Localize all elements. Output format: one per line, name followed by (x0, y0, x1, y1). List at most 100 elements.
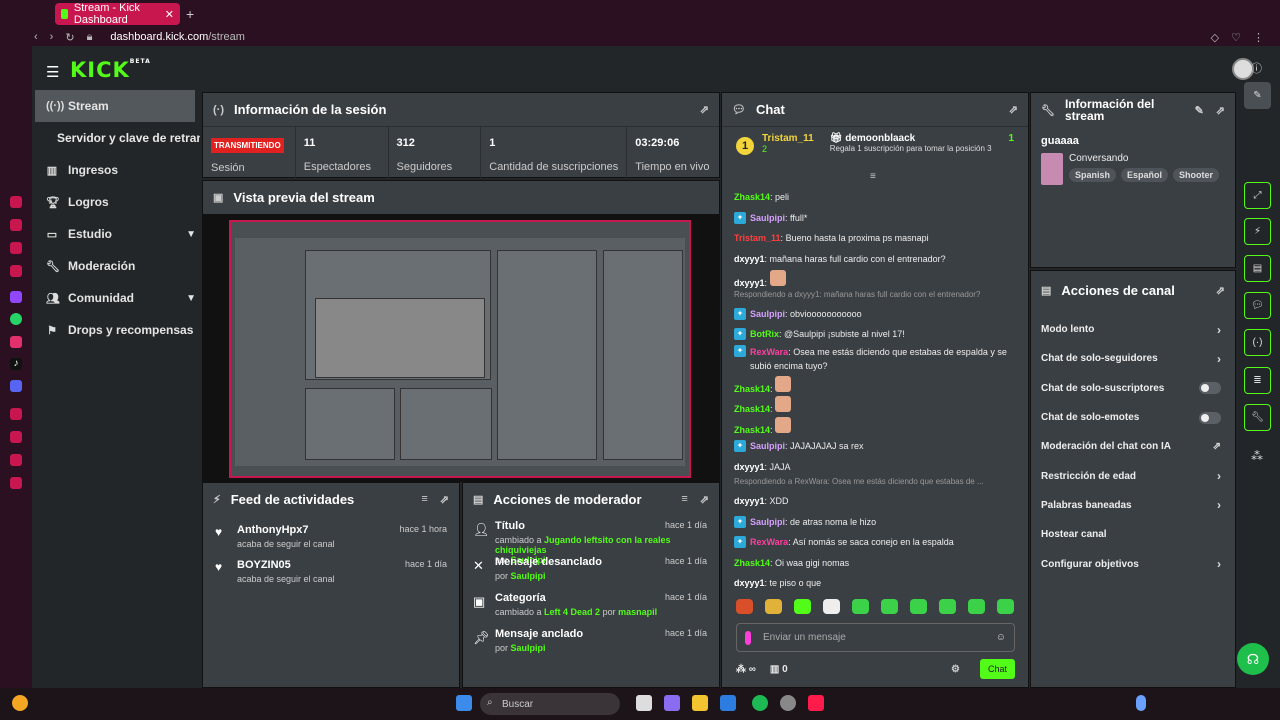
channel-action-item[interactable]: Palabras baneadas › (1031, 491, 1235, 520)
emote[interactable] (852, 599, 869, 614)
sidebar-app-icon[interactable] (10, 242, 22, 254)
chat-username[interactable]: Zhask14 (734, 192, 770, 202)
emote[interactable] (823, 599, 840, 614)
chat-icon[interactable]: 💬︎ (1244, 292, 1271, 319)
chat-username[interactable]: Zhask14 (734, 384, 770, 394)
chat-message[interactable]: ✦ Saulpipi: de atras noma le hizo (734, 512, 1028, 533)
chat-username[interactable]: Saulpipi (750, 441, 785, 451)
nav-item-logros[interactable]: 🏆︎ Logros (32, 186, 200, 218)
chat-username[interactable]: Zhask14 (734, 558, 770, 568)
tiktok-icon[interactable]: ♪ (10, 358, 22, 370)
discord-icon[interactable] (10, 380, 22, 392)
opera-icon[interactable] (808, 695, 824, 711)
nav-item-comunidad[interactable]: 👥︎ Comunidad ▼ (32, 282, 200, 314)
chat-username[interactable]: Zhask14 (734, 425, 770, 435)
chat-message[interactable]: ✦ Saulpipi: ffull* (734, 208, 1028, 229)
points-display[interactable]: ▥ 0 (770, 664, 788, 675)
nav-item-stream[interactable]: ((·)) Stream (35, 90, 195, 122)
chat-message[interactable]: Tristam_11: Bueno hasta la proxima ps ma… (734, 228, 1028, 249)
weather-icon[interactable] (12, 695, 28, 711)
bolt-icon[interactable]: ⚡︎ (1244, 218, 1271, 245)
file-explorer-icon[interactable] (692, 695, 708, 711)
chat-message[interactable]: Zhask14: (734, 375, 1028, 396)
kick-logo[interactable]: KICKBETA (70, 58, 151, 82)
nav-item-drops[interactable]: ⚑ Drops y recompensas (32, 314, 200, 346)
twitch-icon[interactable] (10, 291, 22, 303)
chat-username[interactable]: dxyyy1 (734, 462, 765, 472)
send-chat-button[interactable]: Chat (979, 659, 1015, 679)
chat-message[interactable]: dxyyy1: JAJA (734, 457, 1028, 478)
wrench-icon[interactable]: 🔧︎ (1244, 404, 1271, 431)
chat-identity-icon[interactable] (745, 630, 751, 645)
toggle-switch[interactable] (1199, 382, 1221, 395)
chat-message[interactable]: Zhask14: peli (734, 187, 1028, 208)
chat-username[interactable]: Saulpipi (750, 517, 785, 527)
emote[interactable] (881, 599, 898, 614)
viewers-infinity-icon[interactable]: ⁂ ∞ (736, 664, 756, 675)
popout-icon[interactable]: ⇗ (1009, 103, 1018, 116)
channel-action-item[interactable]: Chat de solo-suscriptores (1031, 374, 1235, 403)
channel-action-item[interactable]: Restricción de edad › (1031, 461, 1235, 490)
popout-icon[interactable]: ⇗ (700, 493, 709, 506)
list-icon[interactable]: ≣ (1244, 367, 1271, 394)
popout-icon[interactable]: ⇗ (700, 103, 709, 116)
taskbar-search[interactable]: ⌕ Buscar (480, 693, 620, 715)
edit-icon[interactable]: ✎ (1195, 104, 1204, 117)
spotify-icon[interactable] (752, 695, 768, 711)
chat-message[interactable]: dxyyy1: XDD (734, 491, 1028, 512)
url-field[interactable]: dashboard.kick.com/stream (110, 31, 245, 43)
emote[interactable] (765, 599, 782, 614)
channel-action-item[interactable]: Chat de solo-seguidores › (1031, 344, 1235, 373)
nav-item-ingresos[interactable]: ▥ Ingresos (32, 154, 200, 186)
channel-action-item[interactable]: Moderación del chat con IA ⇗ (1031, 432, 1235, 461)
chat-username[interactable]: dxyyy1 (734, 278, 765, 288)
copilot-icon[interactable] (664, 695, 680, 711)
chat-message[interactable]: ✦ Saulpipi: JAJAJAJAJ sa rex (734, 436, 1028, 457)
filter-icon[interactable]: ≡ (421, 493, 427, 506)
sidebar-app-icon[interactable] (10, 265, 22, 277)
nav-item-stream-key[interactable]: Servidor y clave de retransmisión (32, 122, 200, 154)
sidebar-app-icon[interactable] (10, 431, 22, 443)
document-icon[interactable]: ▤ (1244, 255, 1271, 282)
nav-item-estudio[interactable]: ▭ Estudio ▼ (32, 218, 200, 250)
emote[interactable] (939, 599, 956, 614)
forward-icon[interactable]: › (50, 31, 54, 44)
emote[interactable] (997, 599, 1014, 614)
chat-message[interactable]: Zhask14: Oi waa gigi nomas (734, 553, 1028, 574)
chat-message[interactable]: dxyyy1: mañana haras full cardio con el … (734, 249, 1028, 270)
new-tab-icon[interactable]: + (186, 6, 194, 22)
popout-icon[interactable]: ⇗ (1216, 284, 1225, 297)
bookmark-icon[interactable]: ♡ (1231, 31, 1241, 44)
task-view-icon[interactable] (636, 695, 652, 711)
resize-icon[interactable]: ⤢ (1244, 182, 1271, 209)
popout-icon[interactable]: ⇗ (440, 493, 449, 506)
emoji-icon[interactable]: ☺ (996, 632, 1006, 643)
back-icon[interactable]: ‹ (34, 31, 38, 44)
chat-username[interactable]: RexWara (750, 537, 788, 547)
browser-tab[interactable]: Stream - Kick Dashboard ✕ (55, 2, 180, 26)
channel-action-item[interactable]: Configurar objetivos › (1031, 549, 1235, 578)
info-icon[interactable]: ⓘ (1251, 60, 1262, 76)
chat-username[interactable]: Saulpipi (750, 309, 785, 319)
chat-message[interactable]: dxyyy1: (734, 269, 1028, 290)
support-headset-icon[interactable]: ☊ (1237, 643, 1269, 675)
stream-preview[interactable] (203, 214, 719, 482)
sidebar-app-icon[interactable] (10, 408, 22, 420)
chat-username[interactable]: dxyyy1 (734, 496, 765, 506)
steam-icon[interactable] (780, 695, 796, 711)
chat-username[interactable]: BotRix (750, 329, 779, 339)
expand-icon[interactable]: ≡ (870, 171, 876, 182)
emote[interactable] (910, 599, 927, 614)
chat-username[interactable]: dxyyy1 (734, 254, 765, 264)
chat-message[interactable]: dxyyy1: te piso o que (734, 573, 1028, 589)
chat-message[interactable]: ✦ RexWara: Osea me estás diciendo que est… (734, 344, 1028, 375)
filter-icon[interactable]: ≡ (681, 493, 687, 506)
broadcast-icon[interactable]: (·) (1244, 329, 1271, 356)
chat-message[interactable]: ✦ BotRix: @Saulpipi ¡subiste al nivel 17! (734, 324, 1028, 345)
store-icon[interactable] (720, 695, 736, 711)
settings-gear-icon[interactable]: ⚙ (951, 664, 960, 675)
extension-icon[interactable]: ◇ (1211, 31, 1219, 44)
windows-start-icon[interactable] (456, 695, 472, 711)
toggle-switch[interactable] (1199, 411, 1221, 424)
chat-username[interactable]: dxyyy1 (734, 578, 765, 588)
